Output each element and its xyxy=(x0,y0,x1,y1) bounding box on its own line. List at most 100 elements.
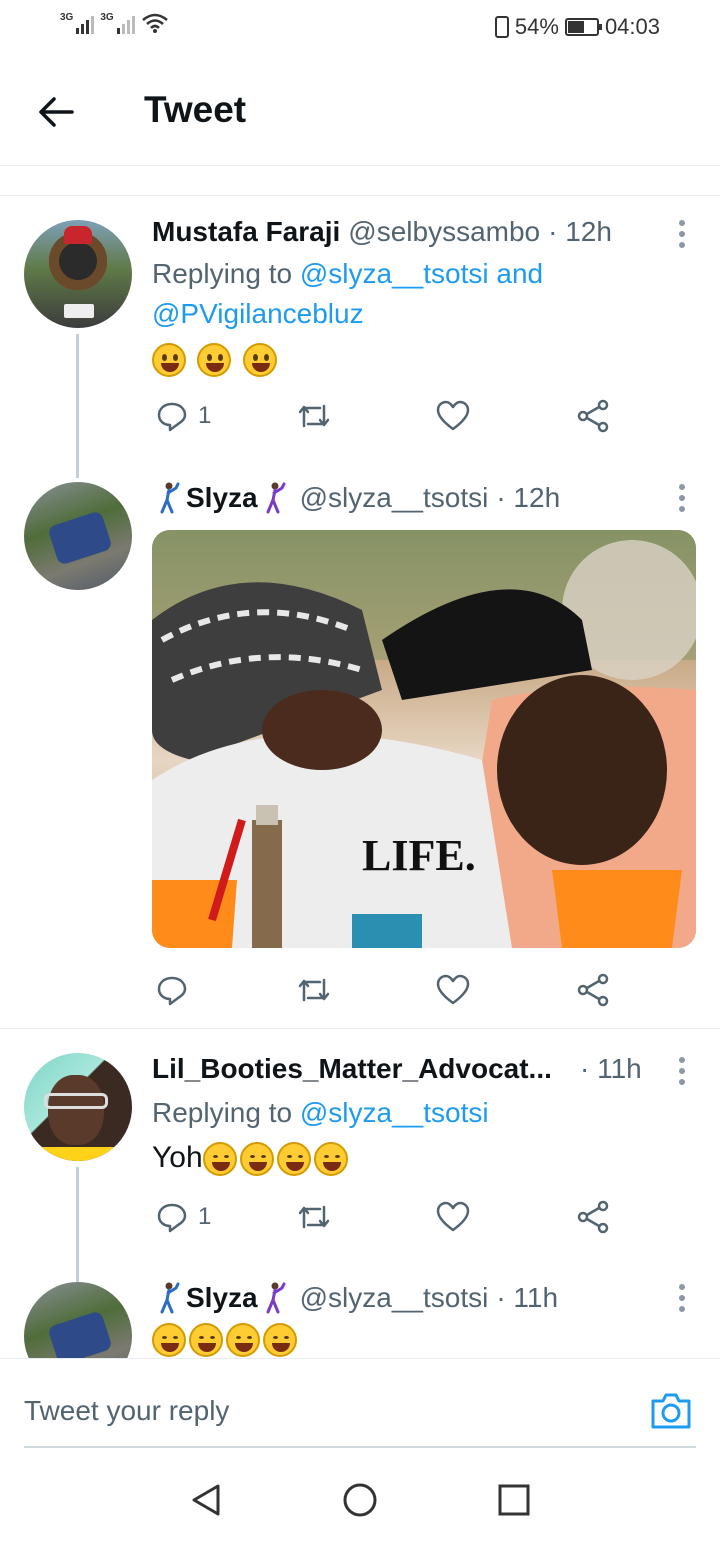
display-name[interactable]: Slyza xyxy=(186,482,258,514)
nav-home-icon[interactable] xyxy=(340,1480,380,1520)
tweet-text xyxy=(152,1322,300,1358)
handle[interactable]: @slyza__tsotsi xyxy=(300,482,489,514)
status-bar: 3G 3G 54% 04:03 xyxy=(0,0,720,56)
timestamp: · 11h xyxy=(496,1282,559,1313)
tweet-lil-booties[interactable]: Lil_Booties_Matter_Advocat... · 11h Repl… xyxy=(0,1029,720,1309)
avatar[interactable] xyxy=(24,220,132,328)
tweet-slyza-reply[interactable]: Slyza @slyza__tsotsi · 11h xyxy=(0,1270,720,1358)
reply-icon xyxy=(157,1203,187,1233)
retweet-icon xyxy=(298,1205,330,1229)
signal-sim1-icon: 3G xyxy=(60,12,95,34)
vibrate-icon xyxy=(494,16,509,38)
retweet-button[interactable] xyxy=(296,1197,332,1237)
replying-to: Replying to @slyza__tsotsi xyxy=(152,1097,489,1128)
tears-of-joy-emoji xyxy=(189,1323,223,1358)
reply-button[interactable]: 1 xyxy=(156,1197,211,1237)
nav-recents-icon[interactable] xyxy=(494,1480,534,1520)
photo-content: LIFE. xyxy=(152,530,696,948)
signal-indicators: 3G 3G xyxy=(60,12,169,34)
timestamp: · 12h xyxy=(496,482,561,513)
avatar[interactable] xyxy=(24,1282,132,1358)
share-icon xyxy=(577,973,609,1007)
back-arrow-icon[interactable] xyxy=(34,90,78,134)
retweet-icon xyxy=(298,978,330,1002)
tweet-text xyxy=(152,342,280,378)
share-button[interactable] xyxy=(576,970,610,1010)
handle[interactable]: @slyza__tsotsi xyxy=(300,1282,489,1314)
mention-link[interactable]: @slyza__tsotsi xyxy=(300,1097,489,1128)
previous-tweet-actions-edge xyxy=(0,166,720,196)
more-options-icon[interactable] xyxy=(678,1057,686,1085)
more-options-icon[interactable] xyxy=(678,1284,686,1312)
replying-to: Replying to @slyza__tsotsi and @PVigilan… xyxy=(152,258,544,329)
clock: 04:03 xyxy=(604,14,660,39)
camera-icon[interactable] xyxy=(650,1389,692,1431)
tears-of-joy-emoji xyxy=(202,1142,237,1177)
grinning-emoji xyxy=(152,343,186,378)
reply-count: 1 xyxy=(198,402,212,429)
nav-back-icon[interactable] xyxy=(186,1480,226,1520)
tweet-photo[interactable]: LIFE. xyxy=(152,530,696,948)
tweet-header: Slyza @slyza__tsotsi · 12h xyxy=(152,482,560,514)
retweet-button[interactable] xyxy=(296,396,332,436)
reply-composer: Tweet your reply xyxy=(0,1358,720,1448)
golfer-emoji-icon xyxy=(266,482,286,514)
tears-of-joy-emoji xyxy=(313,1142,348,1177)
more-options-icon[interactable] xyxy=(678,220,686,248)
retweet-icon xyxy=(298,404,330,428)
golfer-emoji-icon xyxy=(266,1282,286,1314)
share-button[interactable] xyxy=(576,1197,610,1237)
tears-of-joy-emoji xyxy=(152,1323,186,1358)
reply-input[interactable]: Tweet your reply xyxy=(24,1395,229,1427)
reply-button[interactable] xyxy=(156,970,188,1010)
tweet-actions: 1 xyxy=(152,396,622,436)
reply-button[interactable]: 1 xyxy=(156,396,211,436)
battery-icon xyxy=(564,18,602,36)
avatar[interactable] xyxy=(24,1053,132,1161)
status-right: 54% 04:03 xyxy=(494,14,660,40)
like-button[interactable] xyxy=(436,1197,470,1237)
display-name[interactable]: Lil_Booties_Matter_Advocat... xyxy=(152,1053,572,1085)
tears-of-joy-emoji xyxy=(239,1142,274,1177)
retweet-button[interactable] xyxy=(296,970,332,1010)
page-title: Tweet xyxy=(144,89,247,130)
display-name[interactable]: Slyza xyxy=(186,1282,258,1314)
thread-connector xyxy=(76,334,79,478)
reply-count: 1 xyxy=(198,1203,212,1230)
heart-icon xyxy=(436,400,470,431)
heart-icon xyxy=(436,1201,470,1232)
share-icon xyxy=(577,399,609,433)
svg-text:LIFE.: LIFE. xyxy=(362,831,476,880)
tears-of-joy-emoji xyxy=(263,1323,297,1358)
tweet-header: Lil_Booties_Matter_Advocat... · 11h xyxy=(152,1053,642,1085)
top-app-bar: Tweet xyxy=(0,56,720,166)
reply-icon xyxy=(157,402,187,432)
signal-sim2-icon: 3G xyxy=(100,12,135,34)
like-button[interactable] xyxy=(436,970,470,1010)
share-button[interactable] xyxy=(576,396,610,436)
tweet-actions xyxy=(152,970,622,1010)
system-nav-bar xyxy=(0,1460,720,1541)
golfer-emoji-icon xyxy=(160,482,180,514)
avatar[interactable] xyxy=(24,482,132,590)
share-icon xyxy=(577,1200,609,1234)
mention-link[interactable]: @PVigilancebluz xyxy=(152,298,364,329)
tweet-mustafa[interactable]: Mustafa Faraji @selbyssambo · 12h Replyi… xyxy=(0,196,720,486)
timestamp: · 11h xyxy=(580,1053,642,1084)
like-button[interactable] xyxy=(436,396,470,436)
tweet-header: Slyza @slyza__tsotsi · 11h xyxy=(152,1282,558,1314)
tweet-header: Mustafa Faraji @selbyssambo · 12h xyxy=(152,216,612,248)
grinning-emoji xyxy=(242,343,277,378)
tears-of-joy-emoji xyxy=(226,1323,260,1358)
heart-icon xyxy=(436,974,470,1005)
tweet-text: Yoh xyxy=(152,1141,351,1177)
display-name[interactable]: Mustafa Faraji xyxy=(152,216,340,248)
wifi-icon xyxy=(141,13,168,33)
grinning-emoji xyxy=(197,343,232,378)
mention-link[interactable]: @slyza__tsotsi and xyxy=(300,258,543,289)
handle[interactable]: @selbyssambo xyxy=(348,216,540,248)
tears-of-joy-emoji xyxy=(276,1142,311,1177)
golfer-emoji-icon xyxy=(160,1282,180,1314)
more-options-icon[interactable] xyxy=(678,484,686,512)
battery-percent: 54% xyxy=(514,14,559,39)
